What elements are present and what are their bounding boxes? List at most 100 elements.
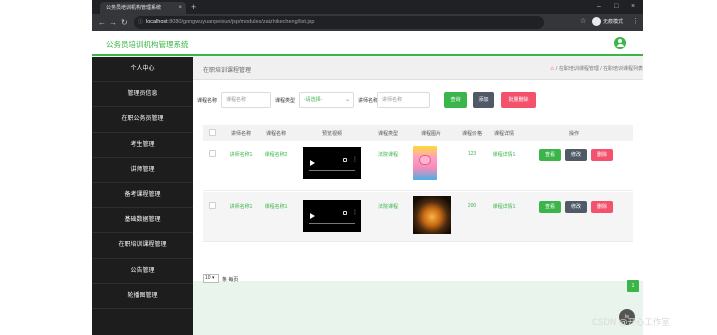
home-icon[interactable]: ⌂ xyxy=(550,66,554,72)
info-icon: ⓘ xyxy=(138,19,144,25)
page-button-current[interactable]: 1 xyxy=(627,280,639,292)
course-name-label: 课程名称 xyxy=(197,98,218,104)
view-button[interactable]: 查看 xyxy=(539,201,561,213)
browser-tab[interactable]: 公务员培训机构管理系统 × xyxy=(100,2,186,14)
course-type-select[interactable]: -请选择- ⌄ xyxy=(299,92,354,108)
content-card: 课程名称 课程名称 课程类型 -请选择- ⌄ 讲师名称 讲师名称 查询 添加 批量… xyxy=(193,80,643,292)
sidebar-item-admin[interactable]: 管理员信息 xyxy=(92,82,193,108)
edit-button[interactable]: 修改 xyxy=(565,201,587,213)
browser-menu-icon[interactable]: ⋮ xyxy=(632,17,639,25)
user-avatar-icon[interactable] xyxy=(614,37,626,49)
col-course-price: 课程价格 xyxy=(461,131,482,137)
col-course-image: 课程图片 xyxy=(420,131,441,137)
forward-icon[interactable]: → xyxy=(109,17,117,28)
col-lecturer: 讲师名称 xyxy=(230,131,251,137)
url-path: :8080/gongwuyuanpeixun/jsp/modules/zaizh… xyxy=(167,19,315,25)
col-course-name: 课程名称 xyxy=(265,131,286,137)
address-bar[interactable]: ⓘ localhost:8080/gongwuyuanpeixun/jsp/mo… xyxy=(134,16,544,29)
incognito-icon xyxy=(592,17,601,27)
browser-toolbar: ← → ↻ ⓘ localhost:8080/gongwuyuanpeixun/… xyxy=(92,14,643,31)
minimize-icon[interactable]: – xyxy=(597,1,601,13)
col-course-detail: 课程详情 xyxy=(493,131,514,137)
fullscreen-icon[interactable] xyxy=(343,158,347,162)
sidebar-item-civil-servant[interactable]: 在职公务员管理 xyxy=(92,107,193,133)
chevron-down-icon: ⌄ xyxy=(344,97,350,103)
edit-button[interactable]: 修改 xyxy=(565,149,587,161)
sidebar: 个人中心 管理员信息 在职公务员管理 考生管理 讲师管理 备考课程管理 基础数据… xyxy=(92,57,193,335)
table-row: 讲师名称1 课程名称2 ⋮ 法院课程 123 课程详情1 查看 修改 删除 xyxy=(203,141,633,191)
view-button[interactable]: 查看 xyxy=(539,149,561,161)
sidebar-item-profile[interactable]: 个人中心 xyxy=(92,57,193,83)
row-checkbox[interactable] xyxy=(209,150,216,157)
per-page-label: 条 每页 xyxy=(222,277,239,283)
maximize-icon[interactable]: □ xyxy=(614,1,618,13)
page-size-select[interactable]: 10 ▾ xyxy=(203,274,219,283)
tab-strip: 公务员培训机构管理系统 × + – □ × xyxy=(92,0,643,14)
url-host: localhost xyxy=(146,19,168,25)
sidebar-item-examinee[interactable]: 考生管理 xyxy=(92,133,193,158)
col-actions: 操作 xyxy=(568,131,579,137)
sidebar-item-exam-course[interactable]: 备考课程管理 xyxy=(92,183,193,209)
bookmark-star-icon[interactable]: ☆ xyxy=(580,17,586,25)
app-header: 公务员培训机构管理系统 xyxy=(92,31,643,56)
more-options-icon[interactable]: ⋮ xyxy=(352,156,358,163)
video-progress-bar[interactable] xyxy=(309,223,355,224)
add-button[interactable]: 添加 xyxy=(473,92,494,108)
app-title: 公务员培训机构管理系统 xyxy=(106,40,189,49)
batch-delete-button[interactable]: 批量删除 xyxy=(501,92,536,108)
course-type-value: -请选择- xyxy=(304,97,323,103)
browser-window: 公务员培训机构管理系统 × + – □ × ← → ↻ ⓘ localhost:… xyxy=(92,0,643,335)
breadcrumb-trail: ⌂ / 在职培训课程管理 / 在职培训课程列表 xyxy=(550,65,643,72)
reload-icon[interactable]: ↻ xyxy=(121,17,128,28)
course-image-thumbnail xyxy=(413,196,451,234)
incognito-label: 无痕模式 xyxy=(603,19,624,25)
new-tab-icon[interactable]: + xyxy=(191,1,196,13)
table-header: 讲师名称 课程名称 预览视频 课程类型 课程图片 课程价格 课程详情 操作 xyxy=(203,125,633,141)
course-name-cell[interactable]: 课程名称2 xyxy=(261,151,291,158)
row-checkbox[interactable] xyxy=(209,202,216,209)
page-size-value: 10 xyxy=(205,275,211,281)
select-all-checkbox[interactable] xyxy=(209,129,216,136)
preview-video-player[interactable]: ⋮ xyxy=(303,200,361,232)
sidebar-item-notice[interactable]: 公告管理 xyxy=(92,259,193,284)
course-name-input[interactable]: 课程名称 xyxy=(221,92,271,108)
table-row: 讲师名称1 课程名称1 ⋮ 法院课程 200 课程详情1 查看 修改 删除 xyxy=(203,192,633,242)
sidebar-item-carousel[interactable]: 轮播图管理 xyxy=(92,284,193,309)
incognito-indicator[interactable]: 无痕模式 xyxy=(592,17,623,28)
lecturer-cell[interactable]: 讲师名称1 xyxy=(226,151,256,158)
cartoon-pig-image xyxy=(419,155,431,165)
lecturer-cell[interactable]: 讲师名称1 xyxy=(226,203,256,210)
preview-video-player[interactable]: ⋮ xyxy=(303,147,361,179)
play-icon[interactable] xyxy=(310,160,315,166)
more-options-icon[interactable]: ⋮ xyxy=(352,209,358,216)
fullscreen-icon[interactable] xyxy=(343,211,347,215)
delete-button[interactable]: 删除 xyxy=(591,201,613,213)
back-icon[interactable]: ← xyxy=(98,17,106,28)
delete-button[interactable]: 删除 xyxy=(591,149,613,161)
course-image-thumbnail xyxy=(413,146,437,180)
breadcrumb: 在职培训课程管理 ⌂ / 在职培训课程管理 / 在职培训课程列表 xyxy=(193,57,643,80)
query-button[interactable]: 查询 xyxy=(444,92,467,108)
window-close-icon[interactable]: × xyxy=(631,1,635,13)
watermark: CSDN @开心工作室 xyxy=(592,318,670,328)
lecturer-name-input[interactable]: 讲师名称 xyxy=(377,92,430,108)
course-detail-cell[interactable]: 课程详情1 xyxy=(489,203,519,210)
breadcrumb-trail-text[interactable]: / 在职培训课程管理 / 在职培训课程列表 xyxy=(556,66,643,72)
sidebar-item-training-course[interactable]: 在职培训课程管理 xyxy=(92,233,193,259)
page-title: 在职培训课程管理 xyxy=(203,68,252,74)
play-icon[interactable] xyxy=(310,213,315,219)
main-content: 在职培训课程管理 ⌂ / 在职培训课程管理 / 在职培训课程列表 课程名称 课程名… xyxy=(193,57,643,335)
tab-title: 公务员培训机构管理系统 xyxy=(106,5,162,11)
course-price-cell: 200 xyxy=(467,203,477,209)
video-progress-bar[interactable] xyxy=(309,170,355,171)
course-type-cell: 法院课程 xyxy=(377,152,398,158)
sidebar-item-lecturer[interactable]: 讲师管理 xyxy=(92,158,193,183)
sidebar-item-base-data[interactable]: 基础数据管理 xyxy=(92,208,193,234)
course-price-cell: 123 xyxy=(467,151,477,157)
course-type-label: 课程类型 xyxy=(275,98,296,104)
col-course-type: 课程类型 xyxy=(377,131,398,137)
tab-close-icon[interactable]: × xyxy=(178,2,182,14)
course-type-cell: 法院课程 xyxy=(377,204,398,210)
course-name-cell[interactable]: 课程名称1 xyxy=(261,203,291,210)
course-detail-cell[interactable]: 课程详情1 xyxy=(489,151,519,158)
